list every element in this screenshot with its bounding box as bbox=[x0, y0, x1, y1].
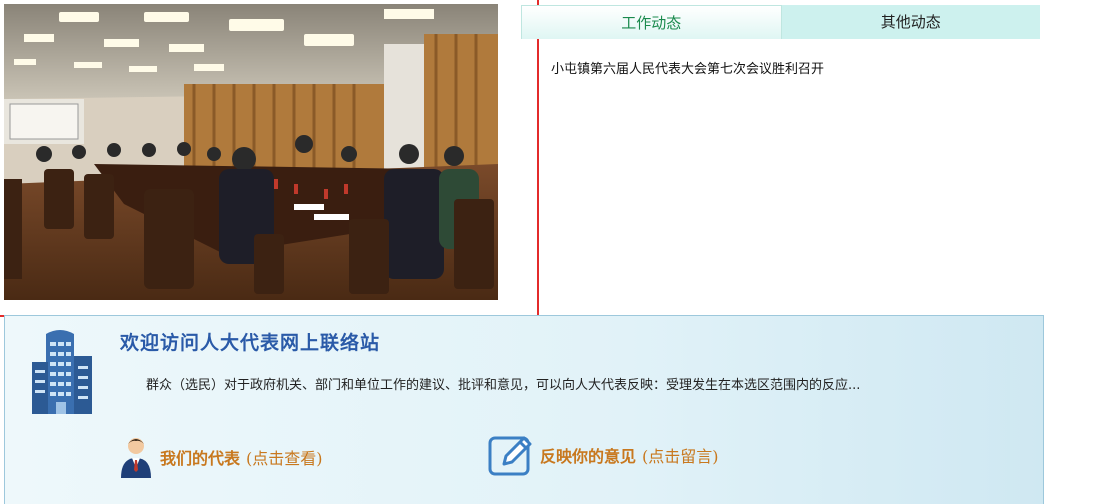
representative-avatar-icon bbox=[121, 438, 151, 478]
tab-other-news[interactable]: 其他动态 bbox=[781, 5, 1040, 39]
welcome-title: 欢迎访问人大代表网上联络站 bbox=[120, 332, 381, 354]
submit-opinion-link[interactable]: 反映你的意见 (点击留言) bbox=[488, 434, 719, 476]
edit-message-icon bbox=[488, 436, 532, 476]
building-icon bbox=[32, 330, 92, 414]
opinion-label: 反映你的意见 bbox=[540, 447, 637, 466]
tab-work-news[interactable]: 工作动态 bbox=[521, 5, 782, 39]
meeting-room-image bbox=[4, 4, 498, 300]
welcome-description: 群众（选民）对于政府机关、部门和单位工作的建议、批评和意见，可以向人大代表反映：… bbox=[146, 378, 861, 393]
welcome-panel: 欢迎访问人大代表网上联络站 群众（选民）对于政府机关、部门和单位工作的建议、批评… bbox=[4, 315, 1044, 504]
representatives-label: 我们的代表 bbox=[160, 449, 241, 468]
meeting-photo[interactable] bbox=[4, 4, 498, 300]
our-representatives-link[interactable]: 我们的代表 (点击查看) bbox=[118, 434, 323, 480]
representatives-hint: (点击查看) bbox=[246, 449, 323, 468]
opinion-hint: (点击留言) bbox=[642, 447, 719, 466]
news-tabs: 工作动态 其他动态 bbox=[521, 5, 1040, 39]
featured-photo-frame bbox=[0, 0, 539, 317]
news-item[interactable]: 小屯镇第六届人民代表大会第七次会议胜利召开 bbox=[551, 58, 824, 77]
